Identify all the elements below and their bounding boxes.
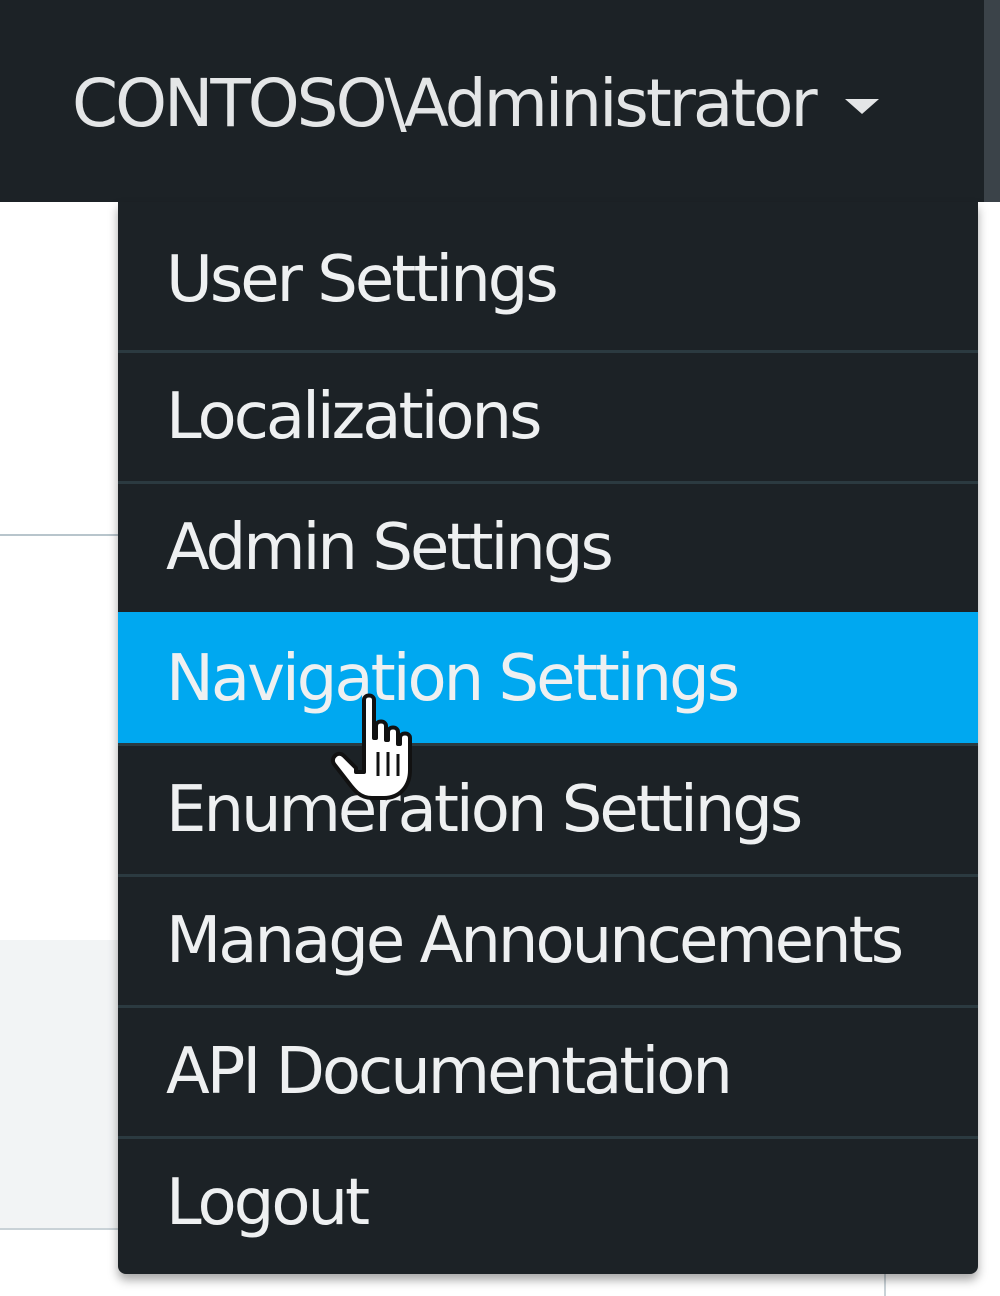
menu-item-label: API Documentation <box>166 1035 733 1109</box>
menu-item-localizations[interactable]: Localizations <box>118 350 978 481</box>
user-menu-toggle[interactable]: CONTOSO\Administrator <box>72 58 879 148</box>
menu-item-label: Localizations <box>166 380 542 454</box>
menu-item-user-settings[interactable]: User Settings <box>118 202 978 350</box>
page-scroll-edge <box>984 0 1000 202</box>
menu-item-label: Enumeration Settings <box>166 773 803 847</box>
menu-item-admin-settings[interactable]: Admin Settings <box>118 481 978 612</box>
menu-item-logout[interactable]: Logout <box>118 1136 978 1267</box>
menu-item-label: Navigation Settings <box>166 642 740 716</box>
menu-item-api-documentation[interactable]: API Documentation <box>118 1005 978 1136</box>
menu-item-manage-announcements[interactable]: Manage Announcements <box>118 874 978 1005</box>
menu-item-navigation-settings[interactable]: Navigation Settings <box>118 612 978 743</box>
caret-down-icon <box>844 98 879 114</box>
user-dropdown-menu: User Settings Localizations Admin Settin… <box>118 202 978 1274</box>
menu-item-label: User Settings <box>166 243 559 317</box>
menu-item-label: Manage Announcements <box>166 904 904 978</box>
background-panel <box>0 940 120 1230</box>
menu-item-label: Admin Settings <box>166 511 614 585</box>
user-name-label: CONTOSO\Administrator <box>72 64 818 142</box>
background-divider <box>884 1272 886 1296</box>
menu-item-enumeration-settings[interactable]: Enumeration Settings <box>118 743 978 874</box>
menu-item-label: Logout <box>166 1166 370 1240</box>
top-navigation-bar: CONTOSO\Administrator <box>0 0 984 202</box>
background-divider <box>0 534 120 536</box>
